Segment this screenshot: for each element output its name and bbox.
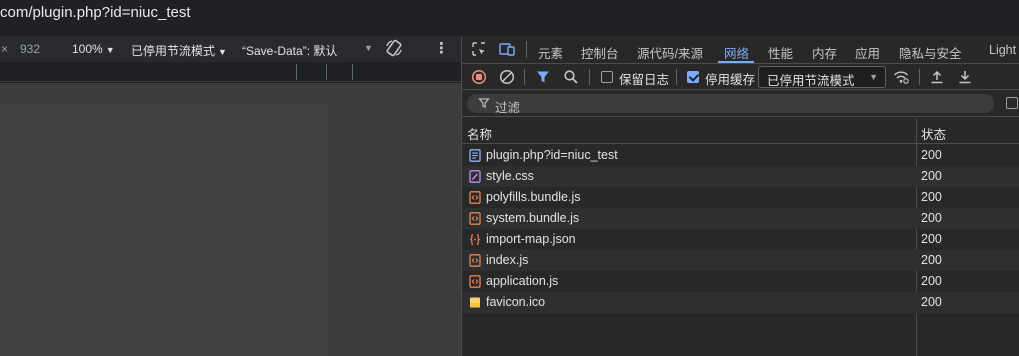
invert-filter-checkbox[interactable] — [1006, 97, 1018, 109]
tab-lighthouse[interactable]: Light — [989, 43, 1016, 57]
preserve-log-checkbox[interactable] — [601, 71, 613, 83]
filter-icon[interactable] — [535, 69, 551, 85]
devtools-panel: 元素 控制台 源代码/来源 网络 性能 内存 应用 隐私与安全 Light 保留… — [461, 36, 1019, 356]
ruler-divider — [352, 64, 353, 80]
document-icon — [469, 149, 481, 162]
emulated-page — [0, 103, 329, 356]
request-name: import-map.json — [486, 232, 576, 246]
save-data-select[interactable]: “Save-Data”: 默认 — [242, 42, 337, 59]
active-tab-indicator — [718, 61, 754, 63]
export-har-icon[interactable] — [957, 69, 973, 85]
request-status: 200 — [921, 232, 942, 246]
script-icon — [469, 191, 481, 204]
request-name: system.bundle.js — [486, 211, 580, 225]
preserve-log-label: 保留日志 — [619, 73, 670, 87]
network-conditions-icon[interactable] — [893, 69, 909, 85]
tab-memory[interactable]: 内存 — [812, 43, 837, 62]
script-icon — [469, 254, 481, 267]
request-status: 200 — [921, 169, 942, 183]
request-status: 200 — [921, 190, 942, 204]
rotate-icon[interactable] — [384, 38, 404, 58]
disable-cache-label: 停用缓存 — [705, 73, 756, 87]
device-throttling-select[interactable]: 已停用节流模式 ▼ — [131, 42, 227, 59]
clear-icon[interactable] — [499, 69, 515, 85]
filter-input[interactable]: 过滤 — [467, 94, 994, 115]
record-stop-icon[interactable] — [471, 69, 487, 85]
toolbar-divider — [676, 69, 677, 85]
toolbar-divider — [919, 69, 920, 85]
device-toolbar-icon[interactable] — [499, 41, 515, 57]
request-status: 200 — [921, 211, 942, 225]
disable-cache-checkbox[interactable] — [687, 71, 699, 83]
request-name: application.js — [486, 274, 559, 288]
table-row[interactable]: system.bundle.js 200 — [462, 208, 1019, 229]
script-icon — [469, 212, 481, 225]
tab-elements[interactable]: 元素 — [538, 43, 563, 62]
network-throttling-value: 已停用节流模式 — [767, 74, 855, 88]
request-name: style.css — [486, 169, 534, 183]
table-row[interactable]: index.js 200 — [462, 250, 1019, 271]
toolbar-divider — [589, 69, 590, 85]
table-row[interactable]: style.css 200 — [462, 166, 1019, 187]
address-url[interactable]: com/plugin.php?id=niuc_test — [0, 4, 191, 21]
filter-placeholder: 过滤 — [495, 101, 521, 115]
viewport-ruler — [0, 62, 461, 82]
zoom-value: 100% — [72, 42, 103, 56]
table-header: 名称 状态 — [462, 118, 1019, 144]
tab-sources[interactable]: 源代码/来源 — [637, 43, 703, 62]
tab-divider — [526, 41, 527, 58]
request-name: favicon.ico — [486, 295, 546, 309]
table-row[interactable]: polyfills.bundle.js 200 — [462, 187, 1019, 208]
request-name: polyfills.bundle.js — [486, 190, 581, 204]
request-status: 200 — [921, 148, 942, 162]
table-row[interactable]: plugin.php?id=niuc_test 200 — [462, 145, 1019, 166]
devtools-tab-bar: 元素 控制台 源代码/来源 网络 性能 内存 应用 隐私与安全 Light — [462, 36, 1019, 64]
inspect-element-icon[interactable] — [471, 41, 487, 57]
chevron-down-icon: ▼ — [105, 45, 115, 55]
address-bar[interactable]: com/plugin.php?id=niuc_test — [0, 0, 1019, 29]
request-status: 200 — [921, 274, 942, 288]
chevron-down-icon: ▼ — [364, 43, 373, 53]
stylesheet-icon — [469, 170, 481, 183]
image-icon — [469, 296, 481, 309]
table-row[interactable]: import-map.json 200 — [462, 229, 1019, 250]
request-name: index.js — [486, 253, 529, 267]
network-throttling-select[interactable]: 已停用节流模式 ▼ — [758, 66, 886, 88]
tab-application[interactable]: 应用 — [855, 43, 880, 62]
filter-icon — [478, 98, 490, 109]
device-throttling-value: 已停用节流模式 — [131, 44, 216, 58]
request-rows: plugin.php?id=niuc_test 200 style.css 200 po… — [462, 145, 1019, 313]
filter-bar: 过滤 — [462, 90, 1019, 117]
dimension-separator: × — [1, 42, 9, 56]
device-toolbar: × 932 100% ▼ 已停用节流模式 ▼ “Save-Data”: 默认 ▼ ⋮ — [0, 36, 461, 62]
tab-privacy-security[interactable]: 隐私与安全 — [899, 43, 962, 62]
ruler-divider — [296, 64, 297, 80]
table-row[interactable]: application.js 200 — [462, 271, 1019, 292]
network-toolbar: 保留日志 停用缓存 已停用节流模式 ▼ — [462, 64, 1019, 90]
ruler-divider — [326, 64, 327, 80]
request-status: 200 — [921, 253, 942, 267]
table-row[interactable]: favicon.ico 200 — [462, 292, 1019, 313]
request-status: 200 — [921, 295, 942, 309]
import-har-icon[interactable] — [929, 69, 945, 85]
network-request-table: 名称 状态 plugin.php?id=niuc_test 200 style.cs… — [462, 118, 1019, 356]
tab-network[interactable]: 网络 — [724, 43, 749, 62]
toolbar-divider — [524, 69, 525, 85]
search-icon[interactable] — [563, 69, 579, 85]
viewport-height-input[interactable]: 932 — [20, 42, 40, 56]
script-icon — [469, 275, 481, 288]
request-name: plugin.php?id=niuc_test — [486, 148, 618, 162]
more-options-icon[interactable]: ⋮ — [434, 39, 449, 57]
chevron-down-icon: ▼ — [869, 72, 878, 82]
zoom-select[interactable]: 100% ▼ — [72, 42, 115, 56]
json-icon — [469, 233, 481, 246]
chevron-down-icon: ▼ — [218, 47, 227, 57]
column-header-name[interactable]: 名称 — [467, 124, 492, 143]
column-header-status[interactable]: 状态 — [921, 124, 946, 143]
tab-performance[interactable]: 性能 — [768, 43, 793, 62]
tab-console[interactable]: 控制台 — [581, 43, 619, 62]
